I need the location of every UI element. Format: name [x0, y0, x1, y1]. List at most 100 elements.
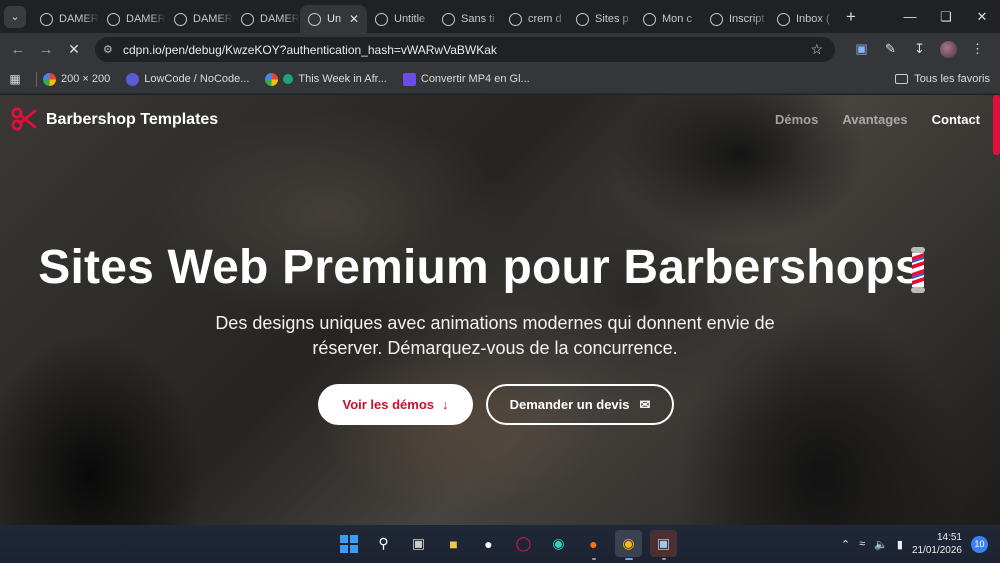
- tab-title: DAMER: [59, 13, 99, 25]
- chrome-button[interactable]: ◉: [615, 530, 642, 560]
- tab-title: Sans ti: [461, 13, 495, 25]
- restore-button[interactable]: ❏: [928, 9, 964, 25]
- close-window-button[interactable]: ✕: [964, 9, 1000, 25]
- chatgpt-icon: [241, 12, 254, 26]
- chevron-up-icon[interactable]: ⌃: [841, 538, 850, 551]
- c-icon: [710, 12, 723, 26]
- tab-title: Sites p: [595, 13, 629, 25]
- bookmark-label: 200 × 200: [61, 73, 111, 85]
- chevron-down-icon: ⌄: [10, 11, 20, 23]
- nav-link-demos[interactable]: Démos: [775, 112, 818, 127]
- site-header: Barbershop Templates Démos Avantages Con…: [0, 95, 1000, 143]
- tab-title: Untitle: [394, 13, 426, 25]
- tab-2[interactable]: DAMER: [166, 5, 233, 33]
- edge-button[interactable]: ◉: [545, 530, 572, 557]
- search-button[interactable]: ⚲: [370, 530, 397, 557]
- web-page: Barbershop Templates Démos Avantages Con…: [0, 95, 1000, 525]
- firefox-icon: ●: [589, 535, 598, 552]
- tab-search-button[interactable]: ⌄: [4, 5, 26, 28]
- back-button[interactable]: ←: [4, 41, 32, 58]
- file-explorer-button[interactable]: ■: [440, 530, 467, 557]
- hero-title: Sites Web Premium pour Barbershops: [38, 241, 922, 294]
- tab-1[interactable]: DAMER: [99, 5, 166, 33]
- menu-kebab-icon[interactable]: ⋮: [963, 41, 992, 57]
- clock[interactable]: 14:51 21/01/2026: [912, 531, 962, 557]
- volume-icon[interactable]: 🔈: [874, 538, 888, 551]
- site-info-icon[interactable]: ⚙: [103, 43, 123, 56]
- nav-link-avantages[interactable]: Avantages: [842, 112, 907, 127]
- brand-name[interactable]: Barbershop Templates: [46, 111, 218, 129]
- minimize-button[interactable]: —: [892, 9, 928, 24]
- bookmark-item[interactable]: This Week in Afr...: [265, 72, 387, 86]
- bookmark-item[interactable]: 200 × 200: [43, 72, 111, 86]
- tab-title: Inscript: [729, 13, 765, 25]
- tab-4[interactable]: Un ✕: [300, 5, 367, 33]
- profile-avatar[interactable]: [940, 40, 957, 58]
- tab-title: Inbox (: [796, 13, 830, 25]
- bookmark-star-icon[interactable]: ☆: [810, 41, 823, 58]
- extensions-icon[interactable]: ✎: [876, 41, 905, 57]
- convert-icon: [402, 72, 416, 86]
- app-icon: [643, 12, 656, 26]
- chat-bubble-icon: ●: [484, 535, 493, 552]
- tab-7[interactable]: crem d: [501, 5, 568, 33]
- arrow-down-icon: ↓: [442, 397, 449, 412]
- start-button[interactable]: [335, 530, 362, 557]
- photos-icon: ▣: [656, 535, 671, 551]
- firefox-button[interactable]: ●: [580, 530, 607, 560]
- opera-icon: ◯: [515, 535, 532, 551]
- chrome-icon: ◉: [622, 535, 635, 551]
- search-icon: ⚲: [378, 535, 389, 551]
- tab-10[interactable]: Inscript: [702, 5, 769, 33]
- taskbar: ⚲ ▣ ■ ● ◯ ◉ ● ◉ ▣ ⌃ ≈ 🔈 ▮ 14:51 21/01/20…: [0, 525, 1000, 563]
- tab-8[interactable]: Sites p: [568, 5, 635, 33]
- tab-0[interactable]: DAMER: [32, 5, 99, 33]
- bookmark-item[interactable]: Convertir MP4 en Gl...: [402, 72, 530, 86]
- wifi-icon[interactable]: ≈: [859, 538, 865, 550]
- taskbar-apps: ⚲ ▣ ■ ● ◯ ◉ ● ◉ ▣: [335, 530, 677, 560]
- forward-button[interactable]: →: [32, 41, 60, 58]
- request-quote-label: Demander un devis: [509, 397, 630, 412]
- tab-title: DAMER: [126, 13, 166, 25]
- bookmark-label: Convertir MP4 en Gl...: [420, 73, 530, 85]
- view-demos-button[interactable]: Voir les démos ↓: [318, 384, 473, 425]
- tab-5[interactable]: Untitle: [367, 5, 434, 33]
- bookmarks-divider: [36, 71, 37, 87]
- all-bookmarks-button[interactable]: Tous les favoris: [895, 73, 990, 85]
- apps-grid-icon[interactable]: ▦: [0, 72, 30, 86]
- bookmark-item[interactable]: LowCode / NoCode...: [126, 72, 249, 86]
- chatgpt-icon: [174, 12, 187, 26]
- toolbar: ← → ✕ ⚙ ☆ ▣ ✎ ↧ ⋮: [0, 33, 1000, 65]
- chatgpt-icon: [40, 12, 53, 26]
- site-nav-links: Démos Avantages Contact: [775, 112, 980, 127]
- tab-11[interactable]: Inbox (: [769, 5, 836, 33]
- google-icon: [43, 72, 56, 86]
- request-quote-button[interactable]: Demander un devis ✉: [486, 384, 674, 425]
- chatgpt-icon: [107, 12, 120, 26]
- barber-pole-icon: [911, 247, 925, 293]
- download-icon[interactable]: ↧: [905, 41, 934, 57]
- translate-icon[interactable]: ▣: [847, 41, 876, 57]
- tab-title: DAMER: [193, 13, 233, 25]
- opera-button[interactable]: ◯: [510, 530, 537, 557]
- url-input[interactable]: [123, 42, 783, 57]
- address-bar[interactable]: ⚙ ☆: [95, 37, 835, 62]
- task-view-button[interactable]: ▣: [405, 530, 432, 557]
- close-tab-icon[interactable]: ✕: [349, 12, 359, 26]
- tab-6[interactable]: Sans ti: [434, 5, 501, 33]
- tab-title: DAMER: [260, 13, 300, 25]
- new-tab-button[interactable]: +: [846, 7, 856, 27]
- tab-9[interactable]: Mon c: [635, 5, 702, 33]
- photos-button[interactable]: ▣: [650, 530, 677, 560]
- all-bookmarks-label: Tous les favoris: [914, 73, 990, 85]
- google-icon: [265, 72, 279, 86]
- page-scrollbar[interactable]: [993, 95, 1000, 155]
- stop-loading-button[interactable]: ✕: [60, 41, 88, 58]
- chat-app-button[interactable]: ●: [475, 530, 502, 557]
- nav-link-contact[interactable]: Contact: [932, 112, 980, 127]
- clock-time: 14:51: [936, 532, 962, 543]
- battery-icon[interactable]: ▮: [897, 538, 903, 551]
- tab-3[interactable]: DAMER: [233, 5, 300, 33]
- bookmarks-bar: ▦ 200 × 200 LowCode / NoCode... This Wee…: [0, 65, 1000, 94]
- notification-badge[interactable]: 10: [971, 535, 988, 553]
